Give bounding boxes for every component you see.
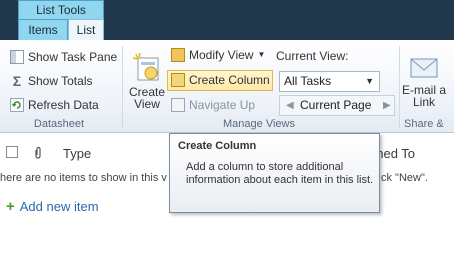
list-tools-context-label: List Tools bbox=[18, 0, 104, 19]
modify-view-icon bbox=[171, 48, 185, 62]
refresh-data-label: Refresh Data bbox=[28, 98, 99, 112]
current-view-select[interactable]: All Tasks ▼ bbox=[279, 71, 380, 92]
create-view-button[interactable]: Create View bbox=[127, 52, 167, 110]
create-view-label-2: View bbox=[134, 97, 160, 111]
group-separator bbox=[122, 46, 123, 128]
refresh-icon bbox=[10, 98, 24, 112]
email-link-label-2: Link bbox=[412, 95, 435, 109]
page-navigator: ◀ Current Page ▶ bbox=[279, 95, 395, 116]
show-totals-button[interactable]: Σ Show Totals bbox=[10, 71, 93, 91]
create-column-button[interactable]: Create Column bbox=[171, 70, 270, 90]
navigate-up-icon bbox=[171, 98, 185, 112]
add-new-item-link[interactable]: + Add new item bbox=[6, 199, 99, 214]
chevron-down-icon: ▼ bbox=[257, 50, 266, 59]
manage-views-group-label: Manage Views bbox=[223, 118, 295, 130]
tab-list[interactable]: List bbox=[68, 19, 104, 40]
previous-page-icon[interactable]: ◀ bbox=[286, 96, 294, 115]
navigate-up-button[interactable]: Navigate Up bbox=[171, 95, 255, 115]
show-task-pane-label: Show Task Pane bbox=[28, 50, 118, 64]
modify-view-label: Modify View bbox=[189, 48, 254, 62]
column-header-type[interactable]: Type bbox=[63, 146, 91, 161]
refresh-data-button[interactable]: Refresh Data bbox=[10, 95, 99, 115]
create-column-tooltip: Create Column Add a column to store addi… bbox=[169, 133, 380, 213]
plus-icon: + bbox=[6, 198, 15, 215]
email-link-button[interactable]: E-mail a Link bbox=[401, 53, 447, 108]
modify-view-button[interactable]: Modify View ▼ bbox=[171, 45, 265, 65]
datasheet-group-label: Datasheet bbox=[33, 118, 85, 130]
empty-list-message: here are no items to show in this v bbox=[0, 172, 167, 184]
show-totals-label: Show Totals bbox=[28, 74, 93, 88]
next-page-icon[interactable]: ▶ bbox=[383, 96, 391, 115]
tooltip-title: Create Column bbox=[178, 140, 257, 152]
create-column-icon bbox=[171, 73, 185, 87]
tab-items[interactable]: Items bbox=[18, 19, 68, 40]
share-group-label: Share & bbox=[404, 118, 444, 130]
dropdown-arrow-icon: ▼ bbox=[365, 76, 374, 86]
create-column-label: Create Column bbox=[189, 73, 270, 87]
empty-list-message-tail: ck "New". bbox=[381, 172, 428, 184]
attachment-column-icon bbox=[33, 146, 43, 163]
navigate-up-label: Navigate Up bbox=[189, 98, 256, 112]
group-separator bbox=[399, 46, 400, 128]
tooltip-body: Add a column to store additional informa… bbox=[186, 161, 374, 186]
totals-icon: Σ bbox=[12, 73, 22, 89]
current-page-label: Current Page bbox=[300, 98, 372, 112]
email-icon bbox=[409, 53, 439, 81]
task-pane-icon bbox=[10, 50, 24, 64]
select-all-checkbox[interactable] bbox=[6, 146, 18, 158]
add-new-item-label: Add new item bbox=[19, 199, 99, 214]
current-view-value: All Tasks bbox=[284, 74, 332, 88]
create-view-icon bbox=[132, 52, 162, 82]
current-view-label: Current View: bbox=[276, 49, 349, 63]
show-task-pane-button[interactable]: Show Task Pane bbox=[10, 47, 117, 67]
